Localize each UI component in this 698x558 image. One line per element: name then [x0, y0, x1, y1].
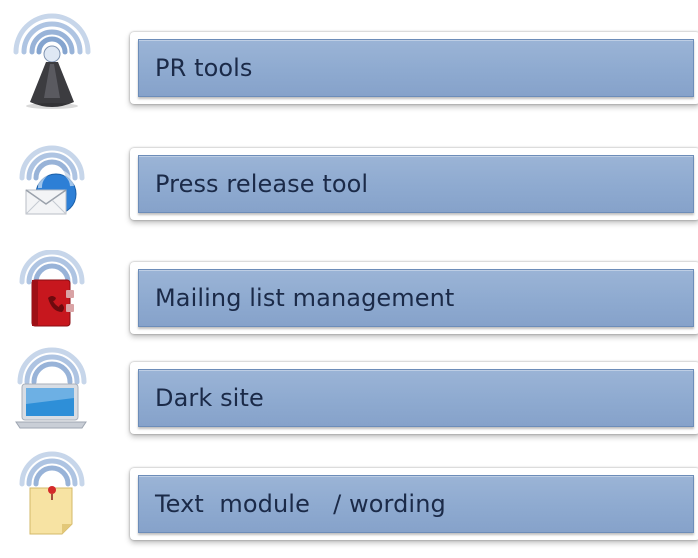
item-frame: Mailing list management	[130, 262, 698, 334]
item-bar: Dark site	[138, 369, 694, 427]
address-book-broadcast-icon	[6, 250, 98, 360]
item-label: Dark site	[155, 384, 264, 412]
item-frame: Dark site	[130, 362, 698, 434]
tower-broadcast-icon	[6, 8, 98, 118]
item-frame: PR tools	[130, 32, 698, 104]
item-label: Mailing list management	[155, 284, 455, 312]
item-frame: Text module / wording	[130, 468, 698, 540]
item-bar: PR tools	[138, 39, 694, 97]
item-label: Text module / wording	[155, 490, 446, 518]
item-frame: Press release tool	[130, 148, 698, 220]
item-label: PR tools	[155, 54, 253, 82]
item-bar: Mailing list management	[138, 269, 694, 327]
item-bar: Text module / wording	[138, 475, 694, 533]
note-broadcast-icon	[6, 448, 98, 558]
envelope-broadcast-icon	[6, 138, 98, 248]
laptop-broadcast-icon	[6, 346, 98, 456]
item-label: Press release tool	[155, 170, 369, 198]
item-bar: Press release tool	[138, 155, 694, 213]
